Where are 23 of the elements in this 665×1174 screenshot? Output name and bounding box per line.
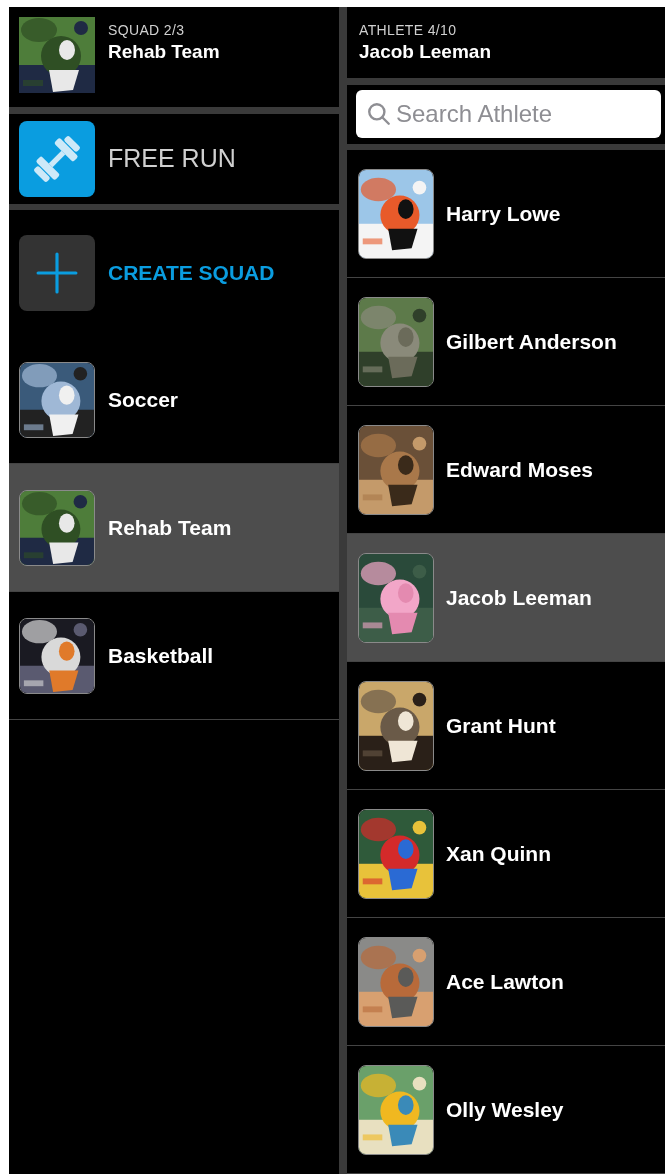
athlete-name: Jacob Leeman <box>446 584 592 611</box>
squad-caption: SQUAD 2/3 <box>108 22 186 40</box>
dumbbell-icon <box>19 121 95 197</box>
free-run-button[interactable]: FREE RUN <box>9 114 339 210</box>
squad-name: Basketball <box>108 642 214 669</box>
plus-icon <box>19 235 95 311</box>
athlete-caption: ATHLETE 4/10 <box>359 22 458 40</box>
athlete-name: Xan Quinn <box>446 840 551 867</box>
athlete-name: Jacob Leeman <box>359 39 492 64</box>
create-squad-button[interactable]: CREATE SQUAD <box>9 210 339 336</box>
athlete-name: Grant Hunt <box>446 712 556 739</box>
athlete-name: Ace Lawton <box>446 968 564 995</box>
squad-name: Rehab Team <box>108 514 232 541</box>
search-icon <box>366 101 392 128</box>
squad-item[interactable]: Rehab Team <box>9 464 339 592</box>
athlete-name: Olly Wesley <box>446 1096 564 1123</box>
athlete-item[interactable]: Jacob Leeman <box>347 534 665 662</box>
athlete-name: Edward Moses <box>446 456 594 483</box>
squad-name: Rehab Team <box>108 39 220 64</box>
search-field[interactable]: Search Athlete <box>356 90 661 139</box>
athlete-name: Gilbert Anderson <box>446 328 617 355</box>
squad-name: Soccer <box>108 386 179 413</box>
athlete-name: Harry Lowe <box>446 200 561 227</box>
